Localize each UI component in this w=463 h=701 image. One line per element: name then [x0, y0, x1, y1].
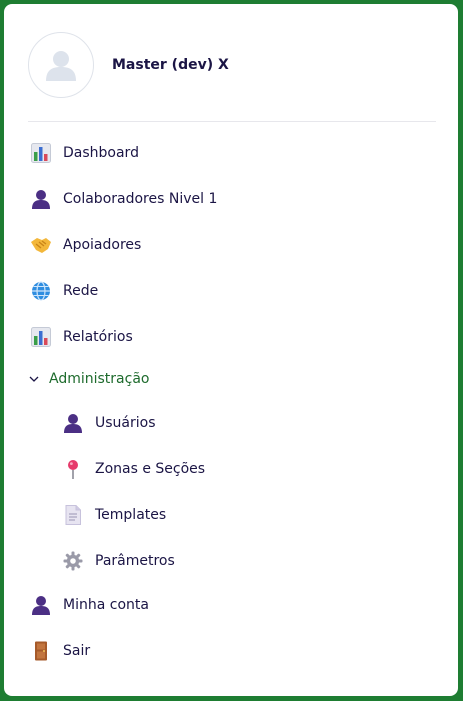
sidebar-item-templates[interactable]: Templates [62, 500, 166, 530]
avatar[interactable] [28, 32, 94, 98]
sidebar-item-label: Minha conta [63, 597, 149, 613]
sidebar-item-colaboradores[interactable]: Colaboradores Nivel 1 [30, 184, 217, 214]
sidebar-item-sair[interactable]: Sair [30, 636, 90, 666]
sidebar-item-zonas[interactable]: Zonas e Seções [62, 454, 205, 484]
person-icon [62, 412, 84, 434]
sidebar-item-minha-conta[interactable]: Minha conta [30, 590, 149, 620]
sidebar-panel: Master (dev) X Dashboard Colaboradores N… [4, 4, 458, 696]
sidebar-item-label: Zonas e Seções [95, 461, 206, 477]
sidebar-item-label: Templates [95, 507, 167, 523]
sidebar-item-label: Sair [63, 643, 91, 659]
sidebar-item-label: Apoiadores [63, 237, 142, 253]
bar-chart-icon [30, 326, 52, 348]
person-icon [30, 188, 52, 210]
gear-icon [62, 550, 84, 572]
sidebar-group-label: Administração [49, 371, 150, 387]
bar-chart-icon [30, 142, 52, 164]
sidebar-item-label: Relatórios [63, 329, 133, 345]
sidebar-group-administracao[interactable]: Administração [28, 366, 149, 392]
sidebar-item-label: Dashboard [63, 145, 139, 161]
divider [28, 121, 436, 122]
sidebar-item-relatorios[interactable]: Relatórios [30, 322, 133, 352]
sidebar-item-apoiadores[interactable]: Apoiadores [30, 230, 141, 260]
user-profile: Master (dev) X [28, 29, 438, 101]
sidebar-item-label: Rede [63, 283, 99, 299]
globe-icon [30, 280, 52, 302]
sidebar-item-label: Colaboradores Nivel 1 [63, 191, 218, 207]
sidebar-item-label: Parâmetros [95, 553, 175, 569]
person-icon [30, 594, 52, 616]
sidebar-item-rede[interactable]: Rede [30, 276, 98, 306]
user-name: Master (dev) X [112, 57, 229, 73]
sidebar-item-usuarios[interactable]: Usuários [62, 408, 156, 438]
sidebar-item-dashboard[interactable]: Dashboard [30, 138, 139, 168]
user-avatar-icon [46, 51, 76, 81]
pin-icon [62, 458, 84, 480]
document-icon [62, 504, 84, 526]
chevron-down-icon [28, 372, 42, 386]
sidebar-item-label: Usuários [95, 415, 156, 431]
sidebar-item-parametros[interactable]: Parâmetros [62, 546, 175, 576]
door-icon [30, 640, 52, 662]
handshake-icon [30, 234, 52, 256]
